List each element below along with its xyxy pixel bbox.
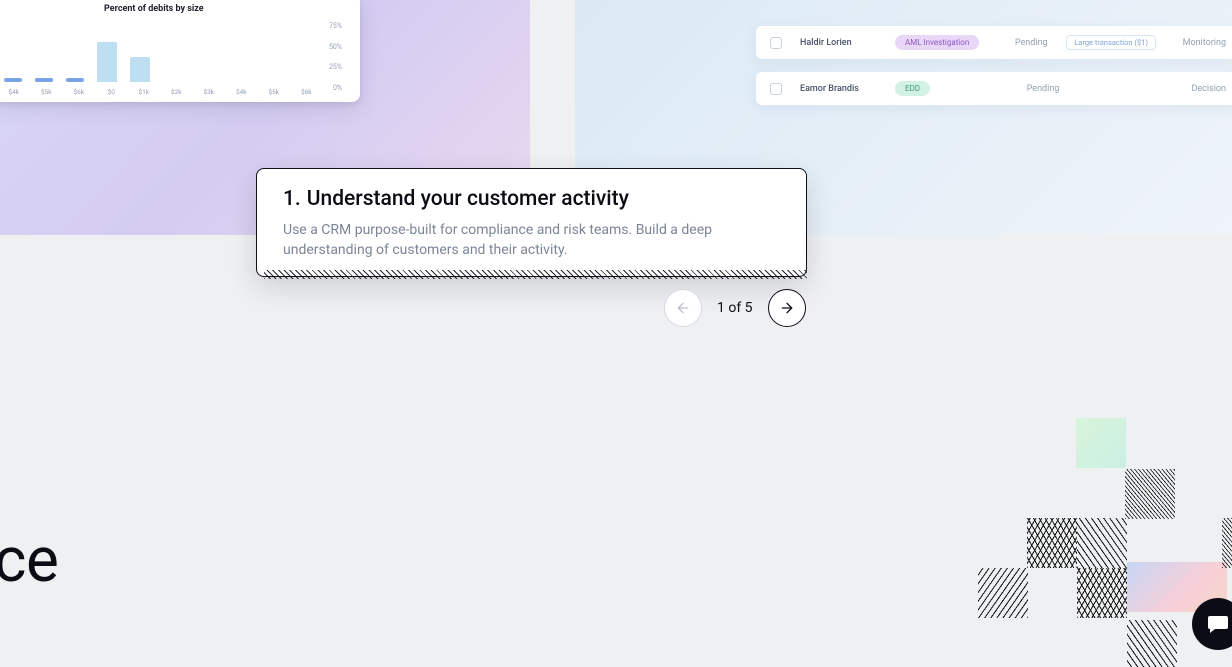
row-checkbox[interactable] xyxy=(770,83,782,95)
arrow-left-icon xyxy=(675,300,691,316)
feature-callout: 1. Understand your customer activity Use… xyxy=(256,168,807,277)
callout-number: 1. xyxy=(283,187,301,211)
prev-button[interactable] xyxy=(664,289,702,327)
heading-fragment: ce xyxy=(0,524,58,597)
debits-chart-card: Percent of debits by size 75% 50% 25% 0% xyxy=(0,0,360,102)
row-pill: AML Investigation xyxy=(895,35,979,50)
row-stage: Decision xyxy=(1156,84,1226,94)
case-row[interactable]: Eamor Brandis EDD Pending Decision xyxy=(756,72,1232,105)
chart-bars xyxy=(4,22,316,82)
chart-title: Percent of debits by size xyxy=(104,4,346,14)
chart-x-ticks: $4k $5k $6k $0 $1k $2k $3k $4k $5k $6k xyxy=(4,88,316,96)
row-tag: Large transaction ($1) xyxy=(1066,35,1156,50)
chart-y-ticks: 75% 50% 25% 0% xyxy=(320,22,342,92)
callout-body: Use a CRM purpose-built for compliance a… xyxy=(283,220,743,261)
callout-title: Understand your customer activity xyxy=(307,187,629,211)
row-name: Haldir Lorien xyxy=(800,38,895,48)
arrow-right-icon xyxy=(779,300,795,316)
row-checkbox[interactable] xyxy=(770,37,782,49)
row-stage: Monitoring xyxy=(1156,38,1226,48)
carousel-pager: 1 of 5 xyxy=(664,289,806,327)
row-status: Pending xyxy=(996,38,1066,48)
row-pill: EDD xyxy=(895,81,930,96)
callout-shadow-hatch xyxy=(264,270,807,279)
row-status: Pending xyxy=(1008,84,1078,94)
next-button[interactable] xyxy=(768,289,806,327)
callout-heading: 1. Understand your customer activity xyxy=(283,187,780,211)
pager-count: 1 of 5 xyxy=(717,300,753,316)
chat-icon xyxy=(1206,612,1230,636)
case-row[interactable]: Haldir Lorien AML Investigation Pending … xyxy=(756,26,1232,59)
chat-launcher[interactable] xyxy=(1192,598,1232,650)
row-name: Eamor Brandis xyxy=(800,84,895,94)
